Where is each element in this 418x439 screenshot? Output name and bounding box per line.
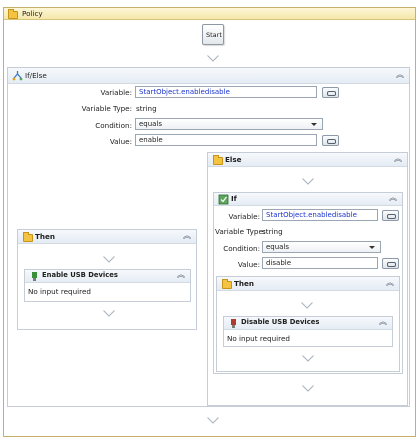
then-title: Then bbox=[35, 232, 56, 241]
condition-value: equals bbox=[139, 120, 163, 128]
down-arrow-icon bbox=[103, 256, 115, 263]
disable-usb-title: Disable USB Devices bbox=[241, 318, 320, 326]
condition-label: Condition: bbox=[223, 244, 260, 253]
condition-select[interactable]: equals bbox=[135, 118, 323, 130]
start-node[interactable]: Start bbox=[202, 24, 224, 45]
down-arrow-icon bbox=[103, 310, 115, 317]
variable-type-value: string bbox=[136, 104, 157, 113]
condition-label: Condition: bbox=[95, 121, 132, 130]
value-field[interactable]: disable bbox=[262, 257, 378, 269]
else-title: Else bbox=[225, 155, 242, 164]
folder-icon bbox=[23, 232, 33, 242]
down-arrow-icon bbox=[301, 302, 313, 309]
condition-value: equals bbox=[266, 243, 290, 251]
if-header: If ︽ bbox=[214, 193, 402, 206]
enable-usb-header: Enable USB Devices ︽ bbox=[25, 270, 190, 283]
disable-usb-header: Disable USB Devices ︽ bbox=[224, 317, 392, 330]
down-arrow-icon bbox=[207, 417, 219, 424]
variable-label: Variable: bbox=[100, 88, 132, 97]
double-chevron-up-icon[interactable]: ︽ bbox=[394, 154, 402, 164]
ifelse-title: If/Else bbox=[25, 71, 47, 80]
double-chevron-up-icon[interactable]: ︽ bbox=[177, 270, 185, 280]
folder-icon bbox=[213, 155, 223, 165]
expression-button[interactable] bbox=[322, 87, 339, 98]
down-arrow-icon bbox=[207, 55, 219, 62]
disable-usb-body: No input required bbox=[227, 334, 290, 343]
expression-button[interactable] bbox=[382, 210, 399, 221]
variable-field[interactable]: StartObject.enabledisable bbox=[135, 86, 317, 98]
double-chevron-up-icon[interactable]: ︽ bbox=[386, 278, 394, 288]
ifelse-header: If/Else ︽ bbox=[8, 68, 409, 84]
value-label: Value: bbox=[237, 260, 260, 269]
folder-icon bbox=[8, 9, 18, 19]
down-arrow-icon bbox=[302, 178, 314, 185]
policy-title: Policy bbox=[22, 9, 43, 18]
start-label: Start bbox=[206, 31, 222, 39]
dropdown-arrow-icon bbox=[369, 246, 375, 249]
enable-usb-body: No input required bbox=[28, 287, 91, 296]
expression-button[interactable] bbox=[382, 258, 399, 269]
double-chevron-up-icon[interactable]: ︽ bbox=[379, 317, 387, 327]
down-arrow-icon bbox=[302, 385, 314, 392]
value-label: Value: bbox=[109, 137, 132, 146]
branch-icon bbox=[12, 71, 23, 81]
variable-label: Variable: bbox=[228, 212, 260, 221]
enable-usb-activity[interactable]: Enable USB Devices ︽ No input required bbox=[24, 269, 191, 302]
variable-type-value: string bbox=[262, 227, 283, 236]
if-title: If bbox=[231, 194, 237, 203]
condition-icon bbox=[218, 194, 229, 205]
inner-then-header: Then ︽ bbox=[217, 277, 399, 291]
condition-select[interactable]: equals bbox=[262, 241, 381, 253]
policy-header: Policy bbox=[4, 8, 415, 20]
variable-type-label: Variable Type: bbox=[81, 104, 132, 113]
dropdown-arrow-icon bbox=[311, 123, 317, 126]
double-chevron-up-icon[interactable]: ︽ bbox=[396, 70, 404, 80]
folder-icon bbox=[222, 279, 232, 289]
value-field[interactable]: enable bbox=[135, 134, 317, 146]
variable-type-label: Variable Type: bbox=[215, 227, 266, 236]
double-chevron-up-icon[interactable]: ︽ bbox=[389, 193, 397, 203]
usb-icon bbox=[32, 272, 37, 281]
disable-usb-activity[interactable]: Disable USB Devices ︽ No input required bbox=[223, 316, 393, 347]
then-header: Then ︽ bbox=[18, 230, 196, 244]
double-chevron-up-icon[interactable]: ︽ bbox=[183, 231, 191, 241]
down-arrow-icon bbox=[302, 355, 314, 362]
else-header: Else ︽ bbox=[208, 153, 407, 167]
usb-icon bbox=[231, 319, 236, 328]
expression-button[interactable] bbox=[322, 135, 339, 146]
enable-usb-title: Enable USB Devices bbox=[42, 271, 118, 279]
variable-field[interactable]: StartObject.enabledisable bbox=[262, 209, 378, 221]
inner-then-title: Then bbox=[234, 279, 255, 288]
